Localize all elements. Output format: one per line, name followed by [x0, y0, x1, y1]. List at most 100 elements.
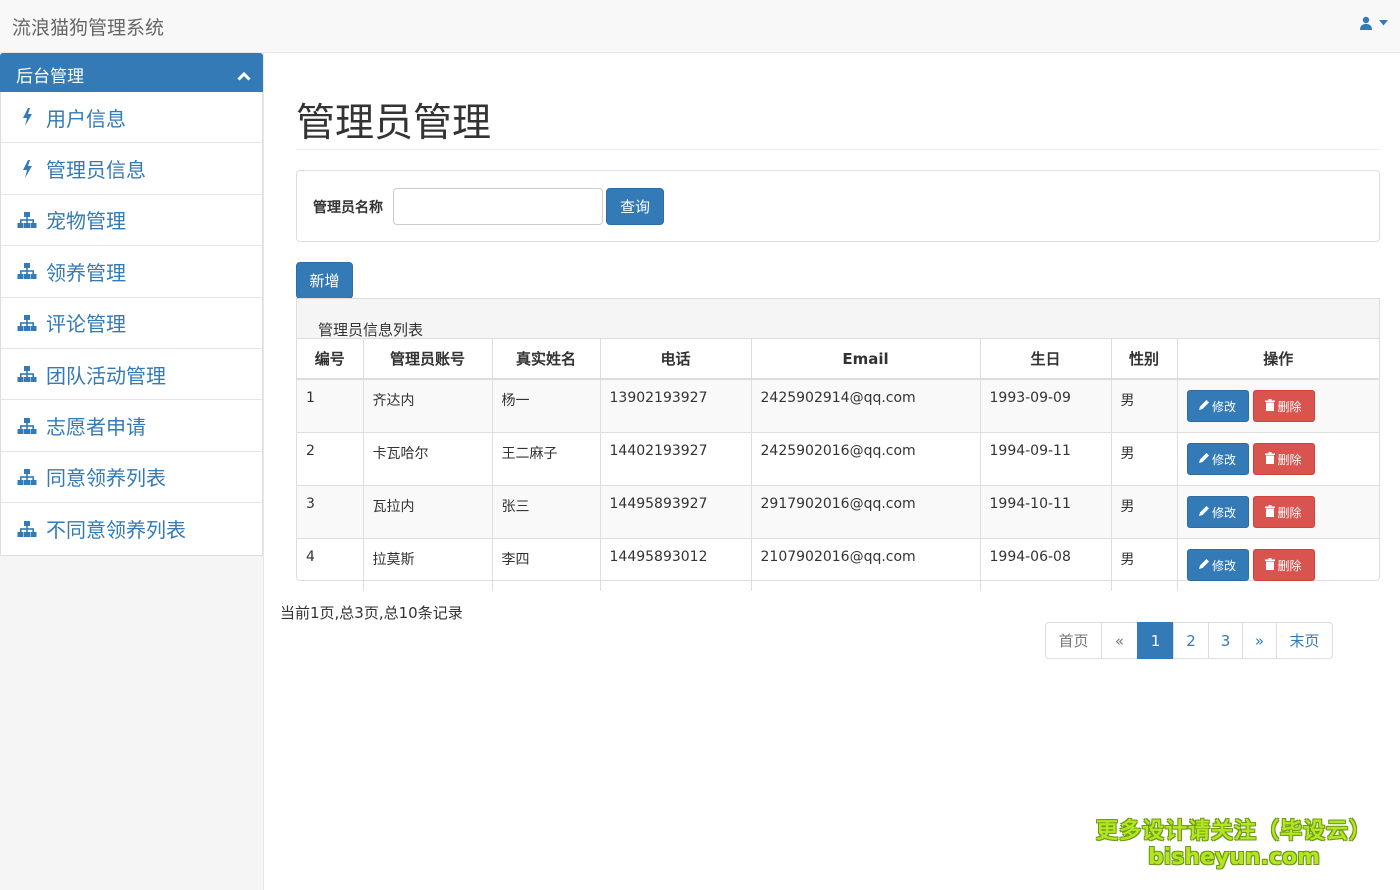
sitemap-icon	[17, 364, 37, 384]
title-divider	[296, 149, 1380, 150]
delete-label: 删除	[1277, 558, 1302, 573]
table-caption: 管理员信息列表	[297, 299, 1379, 339]
actions-cell: 修改 删除	[1177, 538, 1379, 591]
table-cell: 2917902016@qq.com	[751, 485, 981, 539]
table-cell: 2425902914@qq.com	[751, 378, 981, 433]
column-header: 生日	[980, 339, 1112, 380]
sidebar-item-1[interactable]: 管理员信息	[1, 143, 262, 195]
watermark-line1: 更多设计请关注（毕设云）	[1095, 819, 1372, 844]
sidebar-item-5[interactable]: 团队活动管理	[1, 349, 262, 401]
caret-down-icon	[1379, 20, 1388, 26]
sidebar-header-label: 后台管理	[16, 67, 84, 87]
table-cell: 14495893012	[600, 538, 752, 591]
edit-button[interactable]: 修改	[1186, 443, 1249, 475]
table-cell: 1994-09-11	[980, 432, 1112, 486]
edit-label: 修改	[1211, 399, 1236, 414]
delete-button[interactable]: 删除	[1252, 443, 1315, 475]
pencil-icon	[1198, 505, 1210, 519]
sidebar-item-label: 用户信息	[46, 106, 126, 131]
page-3[interactable]: 3	[1208, 622, 1243, 659]
table-header-row: 编号 管理员账号 真实姓名 电话 Email 生日 性别 操作	[297, 339, 1379, 380]
table-cell: 张三	[492, 485, 601, 539]
add-button[interactable]: 新增	[296, 262, 353, 299]
sitemap-icon	[17, 467, 37, 487]
sidebar-item-label: 同意领养列表	[46, 466, 166, 491]
actions-cell: 修改 删除	[1177, 432, 1379, 486]
sidebar-item-label: 评论管理	[46, 312, 126, 337]
delete-button[interactable]: 删除	[1252, 549, 1315, 581]
table-cell: 2425902016@qq.com	[751, 432, 981, 486]
edit-label: 修改	[1211, 505, 1236, 520]
page-prev[interactable]: «	[1101, 622, 1138, 659]
delete-label: 删除	[1277, 505, 1302, 520]
table-cell: 1994-06-08	[980, 538, 1112, 591]
sidebar-item-label: 团队活动管理	[46, 363, 166, 388]
trash-icon	[1265, 504, 1276, 520]
sidebar-menu: 用户信息管理员信息宠物管理领养管理评论管理团队活动管理 志愿者申请同意领养列表 不同…	[0, 92, 263, 556]
delete-button[interactable]: 删除	[1252, 390, 1315, 422]
column-header: 电话	[600, 339, 752, 380]
column-header: Email	[751, 339, 981, 380]
sidebar-item-label: 志愿者申请	[46, 415, 146, 440]
table-cell: 杨一	[492, 378, 601, 433]
table-cell: 李四	[492, 538, 601, 591]
table-cell: 14402193927	[600, 432, 752, 486]
column-header: 操作	[1177, 339, 1379, 380]
edit-button[interactable]: 修改	[1186, 549, 1249, 581]
sidebar-item-3[interactable]: 领养管理	[1, 246, 262, 298]
table-cell: 2	[297, 432, 364, 486]
sidebar-item-7[interactable]: 同意领养列表	[1, 452, 262, 504]
pagination: 首页 « 1 2 3 » 末页	[1045, 622, 1333, 659]
sidebar-item-8[interactable]: 不同意领养列表	[1, 503, 262, 554]
edit-button[interactable]: 修改	[1186, 496, 1249, 528]
sidebar-item-label: 不同意领养列表	[46, 518, 186, 543]
sidebar-item-2[interactable]: 宠物管理	[1, 195, 262, 247]
sitemap-icon	[17, 210, 37, 230]
page-2[interactable]: 2	[1173, 622, 1209, 659]
admin-name-input[interactable]	[393, 188, 603, 225]
pencil-icon	[1198, 558, 1210, 572]
table-cell: 2107902016@qq.com	[751, 538, 981, 591]
page-last[interactable]: 末页	[1276, 622, 1333, 659]
sidebar-item-6[interactable]: 志愿者申请	[1, 400, 262, 452]
user-menu[interactable]	[1359, 16, 1388, 30]
record-info: 当前1页,总3页,总10条记录	[280, 604, 463, 622]
app-title[interactable]: 流浪猫狗管理系统	[12, 13, 164, 40]
column-header: 真实姓名	[492, 339, 601, 380]
table-row: 3 瓦拉内 张三 14495893927 2917902016@qq.com 1994-1…	[297, 485, 1379, 539]
actions-cell: 修改 删除	[1177, 485, 1379, 539]
query-button[interactable]: 查询	[606, 188, 664, 225]
sidebar-item-4[interactable]: 评论管理	[1, 298, 262, 349]
actions-cell: 修改 删除	[1177, 378, 1379, 433]
pencil-icon	[1198, 452, 1210, 466]
page-first[interactable]: 首页	[1045, 622, 1102, 659]
column-header: 性别	[1111, 339, 1178, 380]
table-cell: 王二麻子	[492, 432, 601, 486]
delete-label: 删除	[1277, 452, 1302, 467]
sidebar-header[interactable]: 后台管理	[0, 53, 263, 92]
sitemap-icon	[17, 416, 37, 436]
admin-table-panel: 管理员信息列表 编号 管理员账号 真实姓名 电话 Email 生日 性别 操作 1 齐达内 杨一 1…	[296, 298, 1380, 591]
watermark: 更多设计请关注（毕设云） bisheyun.com	[1096, 813, 1372, 870]
sidebar-item-0[interactable]: 用户信息	[1, 92, 262, 144]
pencil-icon	[1198, 399, 1210, 413]
page-next[interactable]: »	[1242, 622, 1277, 659]
column-header: 管理员账号	[363, 339, 493, 380]
table-cell: 1	[297, 378, 364, 433]
search-panel: 管理员名称 查询	[296, 170, 1380, 242]
page-1[interactable]: 1	[1137, 622, 1174, 659]
edit-label: 修改	[1211, 452, 1236, 467]
table-row: 1 齐达内 杨一 13902193927 2425902914@qq.com 1993-0…	[297, 378, 1379, 433]
sidebar-item-label: 宠物管理	[46, 209, 126, 234]
edit-button[interactable]: 修改	[1186, 390, 1249, 422]
sidebar-item-label: 领养管理	[46, 260, 126, 285]
table-cell: 4	[297, 538, 364, 591]
trash-icon	[1265, 398, 1276, 414]
sitemap-icon	[17, 313, 37, 333]
sitemap-icon	[17, 261, 37, 281]
delete-button[interactable]: 删除	[1252, 496, 1315, 528]
table-cell: 13902193927	[600, 378, 752, 433]
page-title: 管理员管理	[296, 101, 492, 146]
table-cell: 男	[1111, 378, 1178, 433]
flash-icon	[17, 159, 37, 179]
